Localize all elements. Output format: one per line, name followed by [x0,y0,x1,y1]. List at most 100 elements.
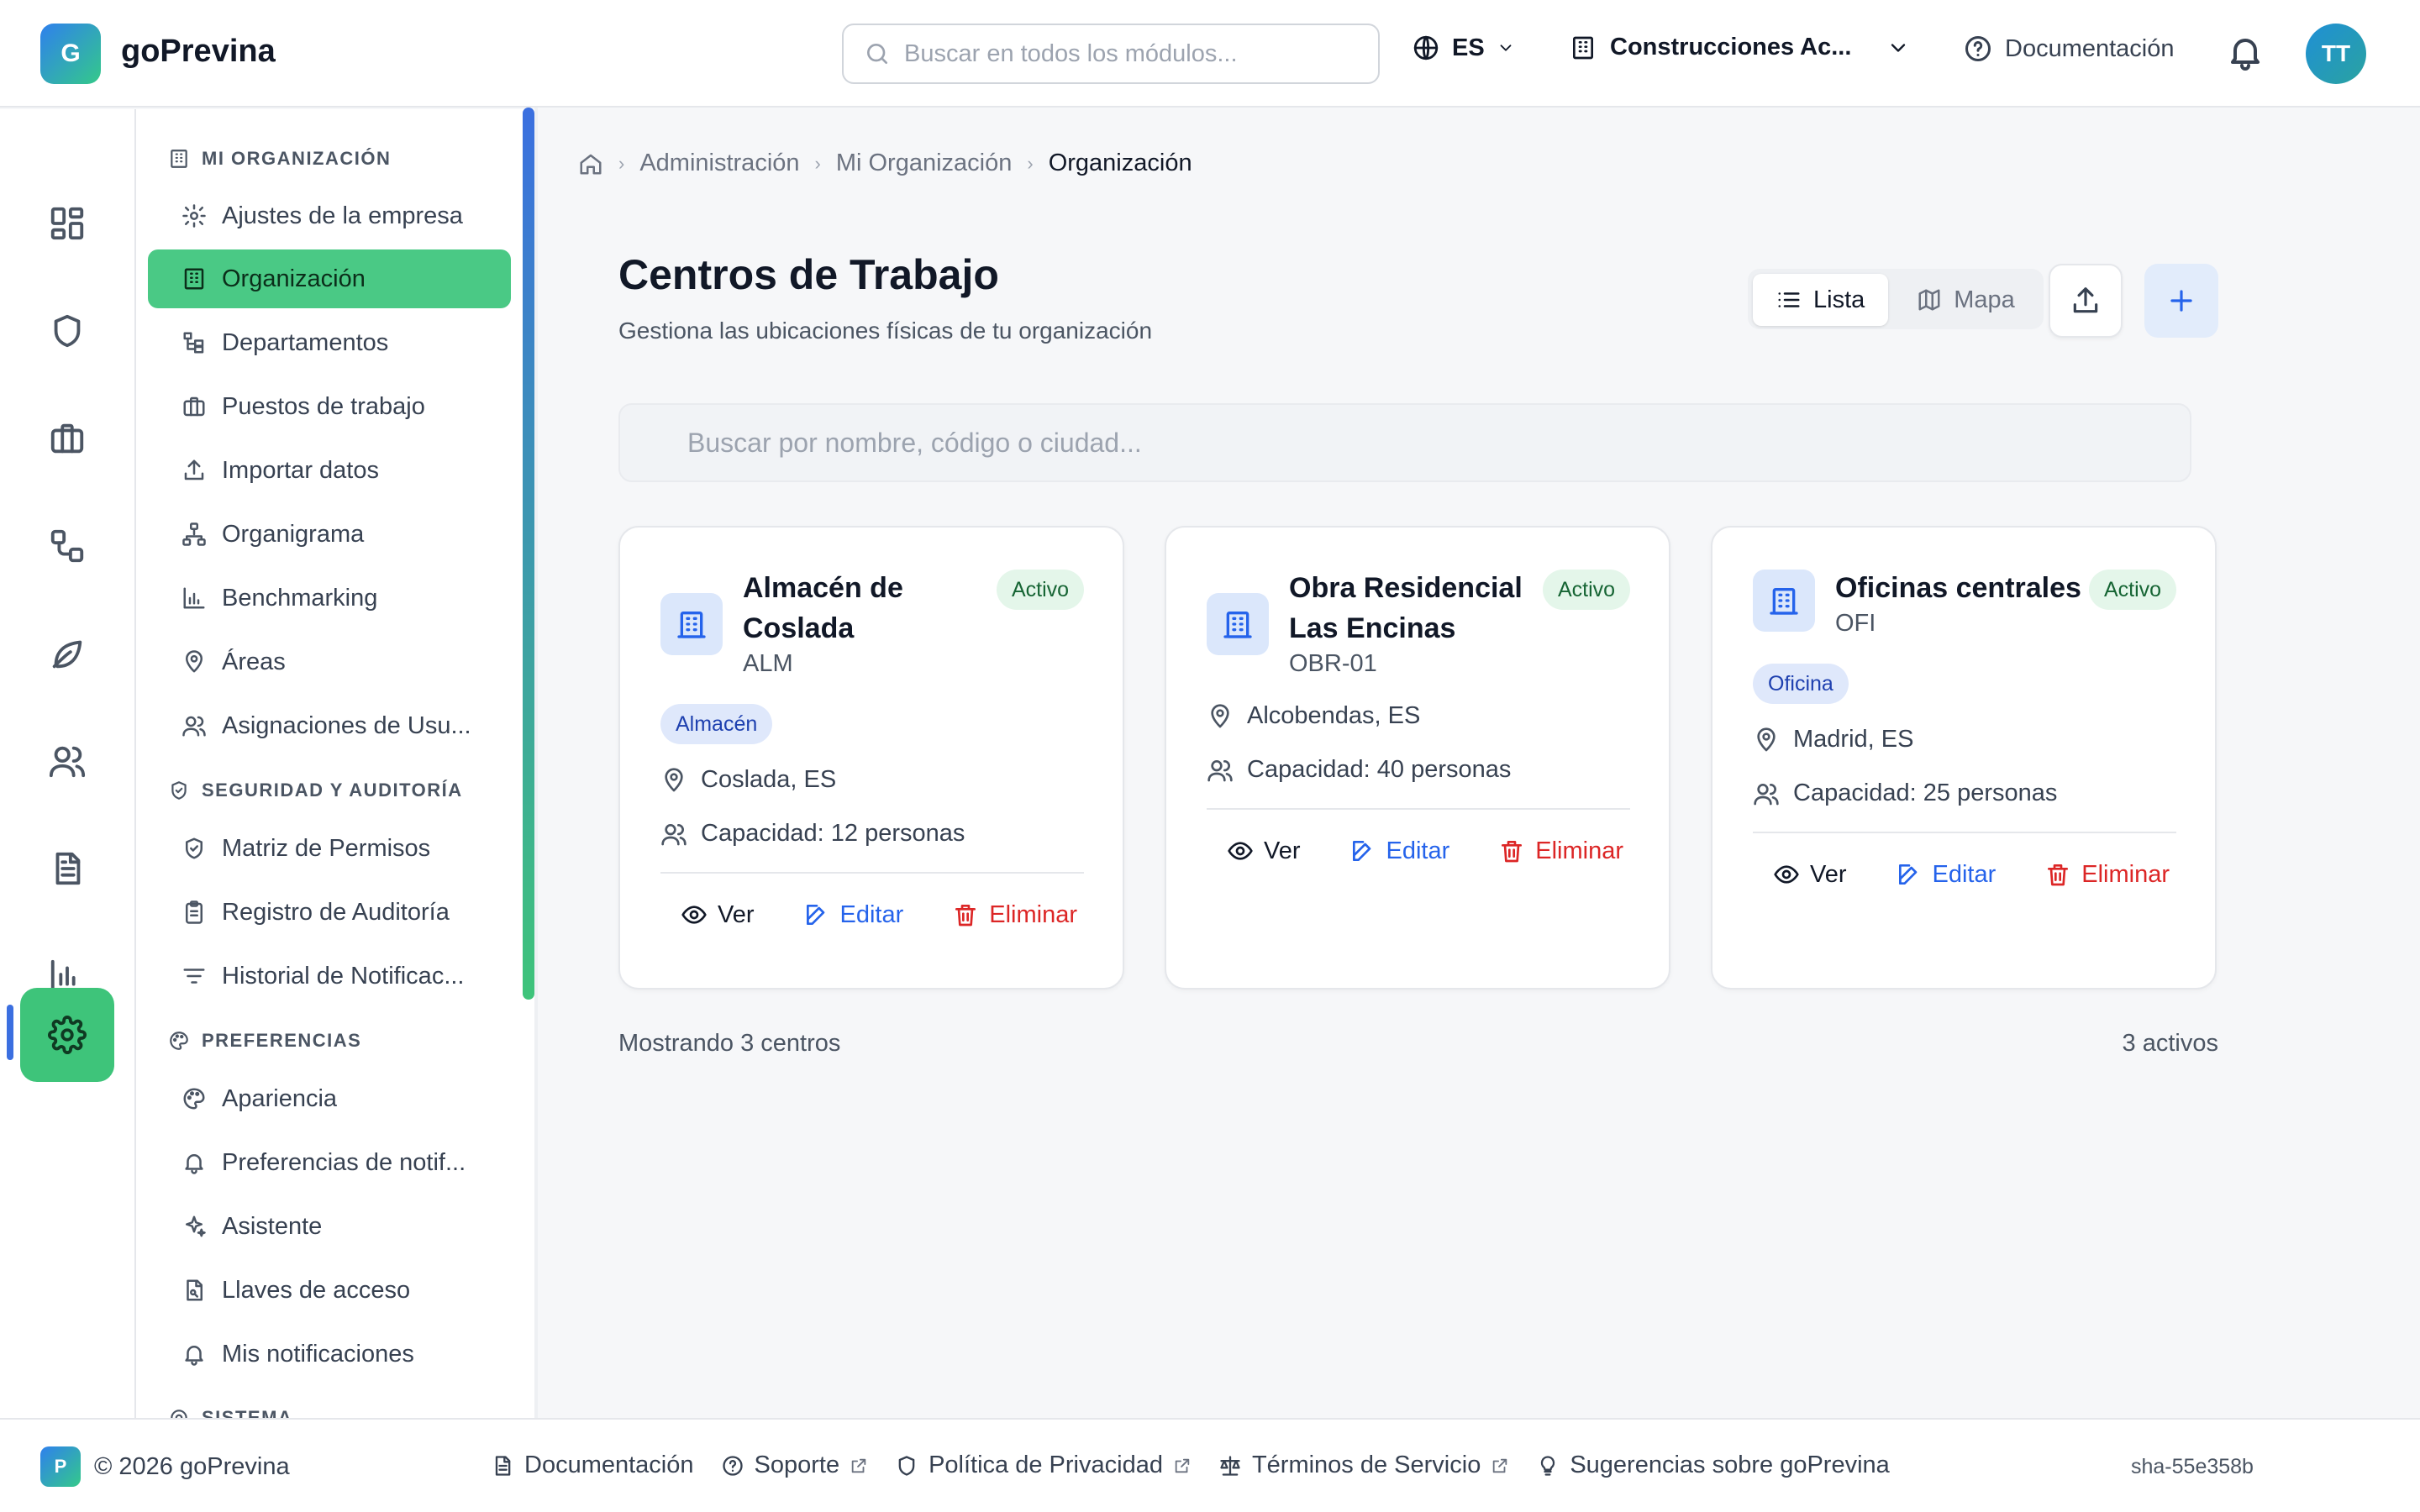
menu-audit-log[interactable]: Registro de Auditoría [148,883,511,942]
copyright: © 2026 goPrevina [94,1453,290,1480]
view-button[interactable]: Ver [1753,861,1867,889]
menu-access-keys[interactable]: Llaves de acceso [148,1261,511,1320]
rail-environment[interactable] [20,606,114,701]
home-icon[interactable] [578,151,603,176]
card-divider [1207,808,1630,810]
menu-item-label: Puestos de trabajo [222,392,425,420]
menu-item-label: Asignaciones de Usu... [222,711,471,739]
menu-user-assignments[interactable]: Asignaciones de Usu... [148,696,511,755]
building-icon [1207,593,1269,655]
menu-org-chart[interactable]: Organigrama [148,505,511,564]
footer-link-privacy[interactable]: Política de Privacidad [895,1452,1192,1479]
breadcrumb-item[interactable]: Administración [639,150,799,177]
map-pin-icon [665,767,683,791]
card-actions: Ver Editar Eliminar [1753,845,2190,904]
footer-link-support[interactable]: Soporte [721,1452,869,1479]
menu-permissions-matrix[interactable]: Matriz de Permisos [148,819,511,878]
menu-areas[interactable]: Áreas [148,633,511,691]
footer-links: Documentación Soporte Política de Privac… [491,1452,1890,1479]
section-title-organization: MI ORGANIZACIÓN [168,148,391,170]
rail-security[interactable] [20,284,114,378]
view-list-label: Lista [1813,286,1865,313]
app-logo[interactable]: G [40,24,101,84]
type-badge: Almacén [660,704,773,744]
menu-job-positions[interactable]: Puestos de trabajo [148,377,511,436]
chevron-down-icon [1891,43,1906,52]
breadcrumb-separator: › [814,152,821,174]
edit-button[interactable]: Editar [1329,837,1470,865]
shield-icon [54,314,81,348]
center-card[interactable]: Obra Residencial Las Encinas OBR-01 Acti… [1165,526,1670,990]
footer-link-feedback[interactable]: Sugerencias sobre goPrevina [1536,1452,1890,1479]
center-location: Madrid, ES [1753,726,1913,753]
footer-link-terms[interactable]: Términos de Servicio [1218,1452,1509,1479]
breadcrumb-item[interactable]: Mi Organización [836,150,1013,177]
rail-dashboard[interactable] [20,176,114,270]
documentation-link[interactable]: Documentación [1963,34,2175,64]
rail-documents[interactable] [20,822,114,916]
submenu-scrollbar[interactable] [523,108,534,1000]
gear-icon [48,1016,87,1054]
delete-label: Eliminar [2081,860,2170,888]
delete-button[interactable]: Eliminar [932,901,1097,929]
center-capacity: Capacidad: 40 personas [1207,756,1511,784]
menu-import-data[interactable]: Importar datos [148,441,511,500]
menu-item-label: Asistente [222,1212,323,1240]
menu-notification-history[interactable]: Historial de Notificac... [148,947,511,1005]
briefcase-icon [183,396,205,417]
view-button[interactable]: Ver [1207,837,1321,865]
menu-item-label: Registro de Auditoría [222,898,450,926]
status-badge: Activo [1543,570,1631,610]
view-map-button[interactable]: Mapa [1893,274,2039,326]
menu-item-label: Departamentos [222,328,389,356]
center-card[interactable]: Almacén de Coslada ALM Activo Almacén Co… [618,526,1124,990]
menu-departments[interactable]: Departamentos [148,313,511,372]
eye-icon [1774,865,1799,884]
user-avatar[interactable]: TT [2306,24,2366,84]
rail-workflow[interactable] [20,499,114,593]
centers-search-input[interactable]: Buscar por nombre, código o ciudad... [618,403,2191,482]
menu-item-label: Organización [222,265,366,292]
edit-button[interactable]: Editar [1876,861,2017,889]
language-selector[interactable]: ES [1412,34,1515,62]
building-icon [1753,570,1815,632]
menu-benchmarking[interactable]: Benchmarking [148,569,511,627]
upload-icon [2073,287,2098,313]
main-content: › Administración › Mi Organización › Org… [538,109,2420,1418]
bell-icon [185,1154,203,1174]
notifications-button[interactable] [2225,32,2265,72]
sparkles-icon [186,1215,206,1237]
menu-company-settings[interactable]: Ajustes de la empresa [148,186,511,245]
card-divider [660,872,1084,874]
app-name[interactable]: goPrevina [121,34,276,70]
menu-item-label: Preferencias de notif... [222,1148,466,1176]
settings-submenu: MI ORGANIZACIÓN Ajustes de la empresa Or… [136,109,538,1418]
center-card[interactable]: Oficinas centrales OFI Activo Oficina Ma… [1711,526,2217,990]
map-pin-icon [186,650,203,673]
view-list-button[interactable]: Lista [1753,274,1889,326]
rail-settings[interactable] [20,988,114,1082]
delete-button[interactable]: Eliminar [2024,861,2190,889]
page-subtitle: Gestiona las ubicaciones físicas de tu o… [618,318,1153,344]
menu-organization[interactable]: Organización [148,249,511,308]
menu-my-notifications[interactable]: Mis notificaciones [148,1325,511,1383]
company-selector[interactable]: Construcciones Ac... [1570,34,1910,61]
export-button[interactable] [2049,264,2123,338]
view-button[interactable]: Ver [660,901,775,929]
add-center-button[interactable] [2144,264,2218,338]
rail-users[interactable] [20,714,114,808]
footer-link-documentation[interactable]: Documentación [491,1452,694,1479]
center-location-text: Madrid, ES [1793,726,1914,753]
edit-button[interactable]: Editar [783,901,924,929]
menu-item-label: Historial de Notificac... [222,962,465,990]
document-icon [495,1455,511,1476]
delete-button[interactable]: Eliminar [1478,837,1644,865]
trash-icon [1502,841,1523,863]
leaf-icon [52,640,82,669]
menu-assistant[interactable]: Asistente [148,1197,511,1256]
global-search-input[interactable]: Buscar en todos los módulos... [842,24,1380,84]
menu-notification-preferences[interactable]: Preferencias de notif... [148,1133,511,1192]
menu-appearance[interactable]: Apariencia [148,1069,511,1128]
shield-icon [898,1455,915,1476]
rail-jobs[interactable] [20,391,114,486]
